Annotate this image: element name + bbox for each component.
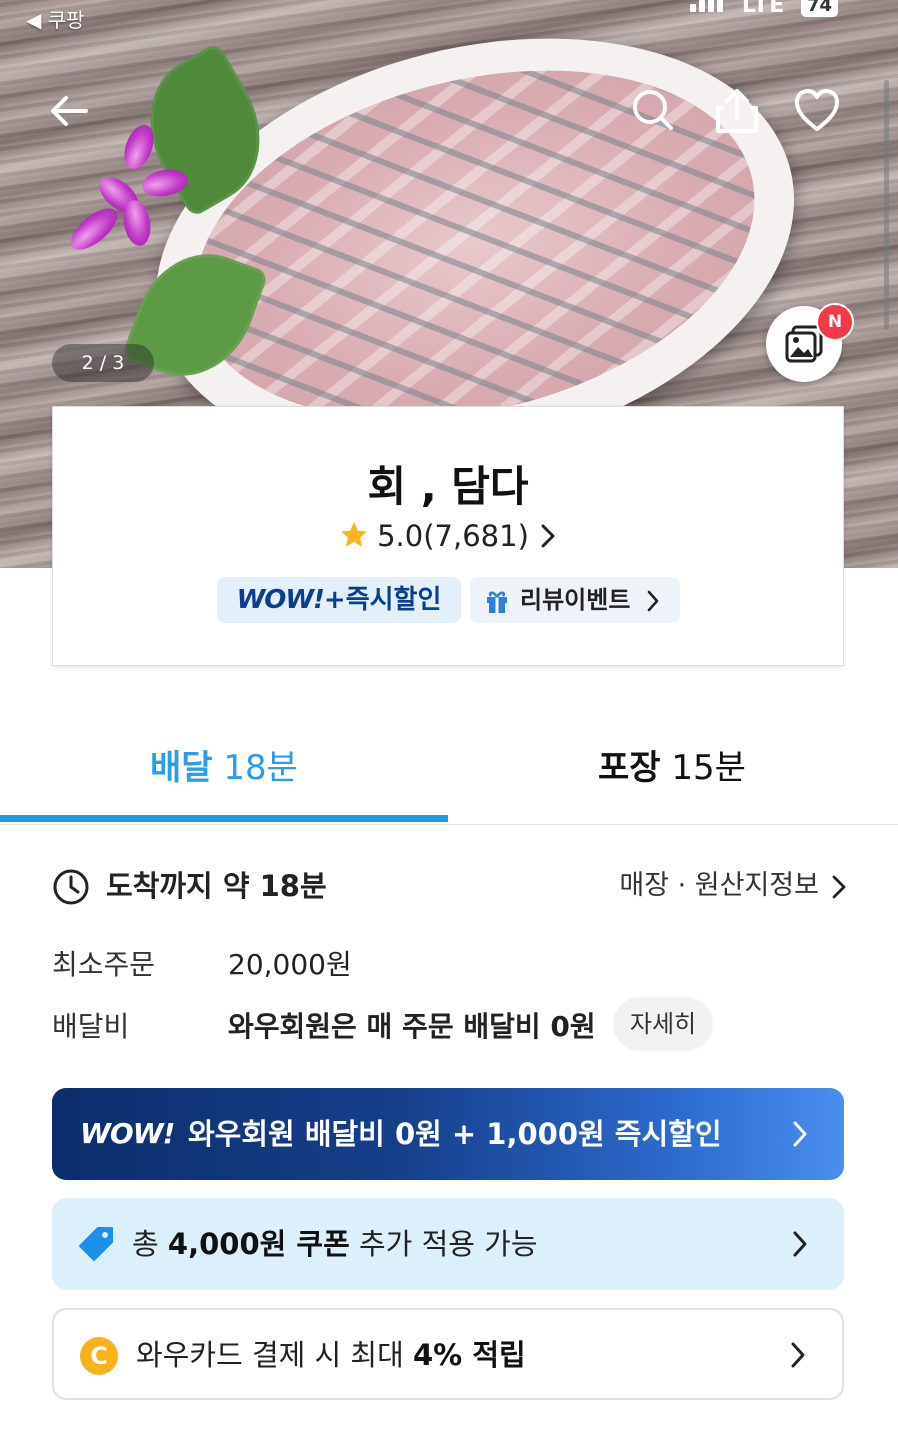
chevron-right-icon	[793, 1121, 807, 1147]
min-order-label: 최소주문	[52, 948, 156, 981]
gift-icon	[487, 591, 507, 613]
coupon-banner-text: 총 4,000원 쿠폰 추가 적용 가능	[132, 1198, 538, 1290]
tab-delivery[interactable]: 배달 18분	[0, 720, 448, 820]
image-counter: 2 / 3	[52, 344, 154, 382]
coupon-amount: 4,000원 쿠폰	[167, 1227, 350, 1261]
fee-detail-button[interactable]: 자세히	[613, 997, 713, 1051]
delivery-fee-value: 와우회원은 매 주문 배달비 0원	[228, 1010, 596, 1043]
orchid-flower	[56, 120, 206, 270]
tab-pickup[interactable]: 포장 15분	[448, 720, 896, 820]
chevron-right-icon	[541, 524, 555, 548]
back-arrow-icon[interactable]	[44, 86, 94, 136]
coupon-tag-icon	[79, 1227, 113, 1261]
wow-banner-text: 와우회원 배달비 0원 + 1,000원 즉시할인	[188, 1117, 722, 1151]
network-label: LTE	[741, 0, 786, 18]
active-tab-indicator	[0, 815, 448, 822]
coupon-suffix: 추가 적용 가능	[349, 1227, 538, 1261]
chevron-right-icon	[791, 1342, 805, 1368]
eta-text: 도착까지 약 18분	[106, 869, 327, 903]
coupon-banner[interactable]: 총 4,000원 쿠폰 추가 적용 가능	[52, 1198, 844, 1290]
star-icon	[341, 522, 368, 547]
tab-pickup-time: 15분	[671, 748, 746, 788]
share-icon[interactable]	[712, 86, 762, 136]
wow-card-text: 와우카드 결제 시 최대 4% 적립	[136, 1310, 526, 1400]
search-icon[interactable]	[628, 86, 678, 136]
wow-discount-badge: WOW!+즉시할인	[217, 577, 461, 623]
wow-logo: WOW!	[80, 1117, 175, 1150]
wow-badge-text: +즉시할인	[323, 585, 442, 615]
heart-icon[interactable]	[792, 86, 842, 136]
chevron-right-icon	[647, 590, 659, 612]
delivery-fee-label: 배달비	[52, 1010, 130, 1043]
min-order-value: 20,000원	[228, 948, 352, 981]
new-badge: N	[816, 303, 854, 341]
clock-icon	[53, 869, 89, 905]
eta-row: 도착까지 약 18분 매장 · 원산지정보	[52, 866, 847, 910]
card-prefix: 와우카드 결제 시 최대	[136, 1338, 413, 1372]
battery-level: 74	[800, 0, 838, 17]
store-name: 회 , 담다	[367, 462, 529, 511]
wow-logo: WOW!	[236, 585, 325, 615]
tab-pickup-label: 포장	[598, 748, 661, 788]
store-origin-info-link[interactable]: 매장 · 원산지정보	[619, 866, 847, 906]
chevron-right-icon	[832, 875, 846, 899]
coin-icon: C	[80, 1337, 118, 1375]
coupon-prefix: 총	[132, 1227, 168, 1261]
wow-membership-banner[interactable]: WOW! 와우회원 배달비 0원 + 1,000원 즉시할인	[52, 1088, 844, 1180]
chevron-right-icon	[793, 1231, 807, 1257]
store-header-card: 회 , 담다 5.0(7,681) WOW!+즉시할인 리뷰이벤트	[52, 406, 844, 666]
tab-delivery-label: 배달	[150, 748, 213, 788]
card-rate: 4% 적립	[413, 1338, 526, 1372]
status-indicators: LTE 74	[690, 0, 838, 18]
review-event-button[interactable]: 리뷰이벤트	[470, 577, 680, 623]
scrollbar[interactable]	[884, 80, 889, 330]
wow-card-banner[interactable]: C 와우카드 결제 시 최대 4% 적립	[52, 1308, 844, 1400]
tab-delivery-time: 18분	[223, 748, 298, 788]
back-to-app-link[interactable]: ◀ 쿠팡	[26, 4, 85, 33]
order-type-tabs: 배달 18분 포장 15분	[0, 720, 898, 825]
store-origin-info-label: 매장 · 원산지정보	[619, 870, 819, 901]
rating-link[interactable]: 5.0(7,681)	[53, 519, 843, 553]
review-event-label: 리뷰이벤트	[520, 586, 631, 614]
rating-value: 5.0(7,681)	[377, 519, 529, 553]
